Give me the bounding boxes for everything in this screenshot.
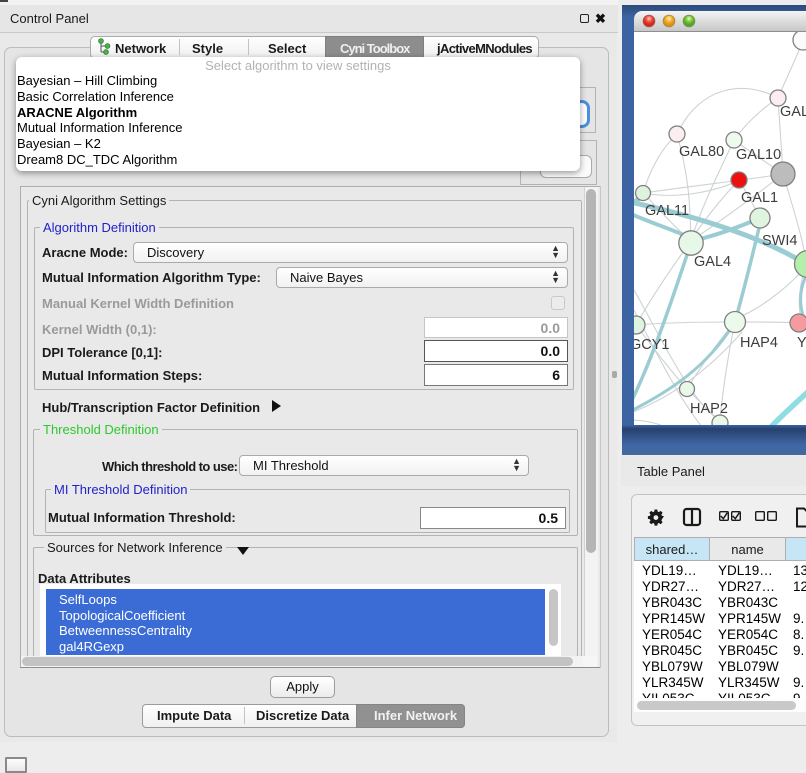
svg-text:GCY1: GCY1 [634,337,670,353]
svg-text:GAL4: GAL4 [694,254,731,270]
svg-text:Y: Y [797,335,806,351]
svg-text:GAL1: GAL1 [741,190,778,206]
svg-text:HAP4: HAP4 [740,335,778,351]
svg-text:GAL: GAL [780,104,806,120]
svg-text:SWI4: SWI4 [762,233,797,249]
svg-text:HAP2: HAP2 [690,401,728,417]
svg-text:GAL11: GAL11 [645,203,689,219]
svg-text:GAL10: GAL10 [736,147,781,163]
svg-text:GAL80: GAL80 [679,144,724,160]
